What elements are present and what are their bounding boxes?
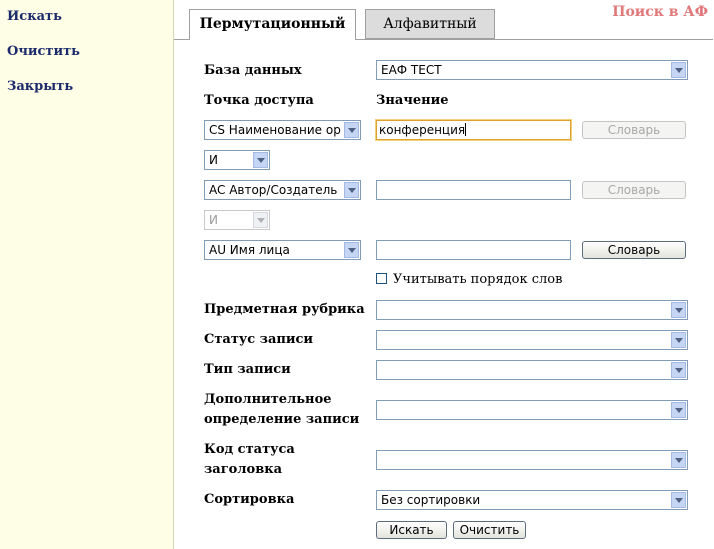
operator-value-2: И [209, 213, 218, 227]
main-panel: Поиск в АФ Алфавитный Пермутационный Баз… [174, 0, 714, 549]
subject-label: Предметная рубрика [204, 302, 365, 317]
subject-select[interactable] [376, 300, 688, 320]
chevron-down-icon [671, 332, 686, 348]
chevron-down-icon [671, 302, 686, 318]
record-type-label: Тип записи [204, 362, 291, 377]
operator-value-1: И [209, 153, 218, 167]
clear-button[interactable]: Очистить [453, 521, 526, 539]
access-point-value-3: AU Имя лица [209, 243, 290, 257]
sidebar-search-link[interactable]: Искать [7, 9, 62, 24]
sidebar-close-link[interactable]: Закрыть [7, 79, 73, 94]
chevron-down-icon [253, 152, 268, 168]
chevron-down-icon [671, 402, 686, 418]
chevron-down-icon [671, 492, 686, 508]
dictionary-button-3[interactable]: Словарь [582, 241, 686, 259]
heading-status-select[interactable] [376, 450, 688, 470]
value-input-1-text: конференция [379, 123, 466, 137]
record-status-select[interactable] [376, 330, 688, 350]
extra-definition-select[interactable] [376, 400, 688, 420]
database-value: ЕАФ ТЕСТ [381, 63, 442, 77]
access-point-header: Точка доступа [204, 93, 314, 108]
sidebar-clear-link[interactable]: Очистить [7, 44, 80, 59]
word-order-label: Учитывать порядок слов [393, 272, 563, 287]
chevron-down-icon [671, 62, 686, 78]
tab-permutational[interactable]: Пермутационный [189, 9, 356, 40]
access-point-select-2[interactable]: AC Автор/Создатель [204, 180, 361, 200]
tab-alphabetical[interactable]: Алфавитный [365, 9, 495, 39]
record-type-select[interactable] [376, 360, 688, 380]
database-select[interactable]: ЕАФ ТЕСТ [376, 60, 688, 80]
chevron-down-icon [671, 362, 686, 378]
value-input-1[interactable]: конференция [376, 120, 571, 140]
dictionary-button-1[interactable]: Словарь [582, 121, 686, 139]
operator-select-2[interactable]: И [204, 210, 270, 230]
word-order-checkbox[interactable] [376, 273, 387, 284]
dictionary-button-2[interactable]: Словарь [582, 181, 686, 199]
value-input-3[interactable] [376, 240, 571, 260]
value-input-2[interactable] [376, 180, 571, 200]
chevron-down-icon [344, 182, 359, 198]
extra-definition-label-line2: определение записи [204, 412, 360, 427]
record-status-label: Статус записи [204, 332, 314, 347]
sort-select[interactable]: Без сортировки [376, 490, 688, 510]
database-label: База данных [204, 63, 302, 78]
search-button[interactable]: Искать [376, 521, 447, 539]
extra-definition-label-line1: Дополнительное [204, 392, 332, 407]
operator-select-1[interactable]: И [204, 150, 270, 170]
heading-status-label-line2: заголовка [204, 462, 283, 477]
access-point-value-2: AC Автор/Создатель [209, 183, 338, 197]
chevron-down-icon [671, 452, 686, 468]
chevron-down-icon [344, 242, 359, 258]
sidebar: Искать Очистить Закрыть [0, 0, 174, 549]
text-caret [465, 123, 467, 136]
access-point-select-1[interactable]: CS Наименование орг [204, 120, 361, 140]
chevron-down-icon [344, 122, 359, 138]
access-point-select-3[interactable]: AU Имя лица [204, 240, 361, 260]
chevron-down-icon [253, 212, 268, 228]
value-header: Значение [376, 93, 449, 108]
sort-label: Сортировка [204, 492, 295, 507]
access-point-value-1: CS Наименование орг [209, 123, 342, 137]
heading-status-label-line1: Код статуса [204, 442, 295, 457]
page-title: Поиск в АФ [612, 4, 708, 20]
sort-value: Без сортировки [381, 493, 481, 507]
